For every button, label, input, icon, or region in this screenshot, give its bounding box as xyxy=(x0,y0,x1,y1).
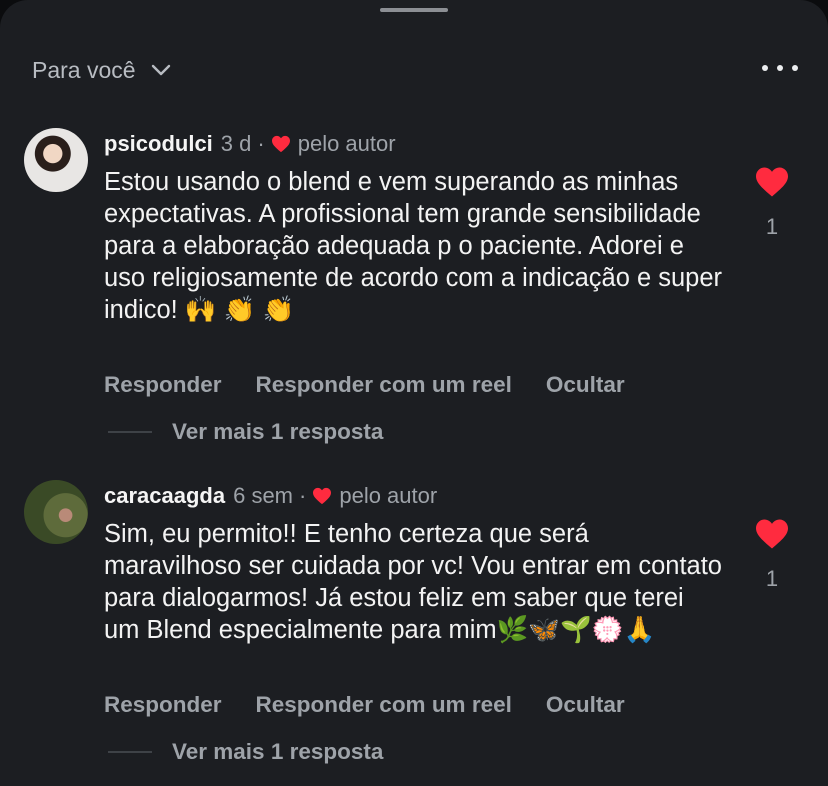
chevron-down-icon xyxy=(151,64,170,76)
comment-actions: Responder Responder com um reel Ocultar xyxy=(104,370,659,400)
comment-meta: psicodulci 3 d · pelo autor xyxy=(104,129,396,159)
view-more-replies-button[interactable]: Ver mais 1 resposta xyxy=(108,737,383,767)
meta-separator: · xyxy=(257,131,265,156)
view-more-replies-label: Ver mais 1 resposta xyxy=(172,419,384,444)
reply-button[interactable]: Responder xyxy=(104,692,222,718)
reply-thread-line xyxy=(108,431,152,433)
meta-separator: · xyxy=(299,483,307,508)
hide-button[interactable]: Ocultar xyxy=(546,372,625,398)
comment-meta: caracaagda 6 sem · pelo autor xyxy=(104,481,437,511)
comment-text: Estou usando o blend e vem superando as … xyxy=(104,168,723,324)
avatar[interactable] xyxy=(24,128,88,192)
comment-time: 6 sem xyxy=(233,483,294,508)
comment-sort-dropdown[interactable]: Para você xyxy=(32,54,174,86)
reply-with-reel-button[interactable]: Responder com um reel xyxy=(256,692,512,718)
like-count: 1 xyxy=(765,214,779,239)
comments-sheet: Para você psicodulci 3 d · pelo autor Es… xyxy=(0,0,828,786)
reply-thread-line xyxy=(108,751,152,753)
comment-text: Sim, eu permito!! E tenho certeza que se… xyxy=(104,520,722,644)
comment-username[interactable]: psicodulci xyxy=(104,131,213,157)
reply-with-reel-button[interactable]: Responder com um reel xyxy=(256,372,512,398)
comment-time: 3 d xyxy=(220,131,252,156)
liked-by-author-heart-icon xyxy=(271,135,290,153)
like-count: 1 xyxy=(765,566,779,591)
view-more-replies-label: Ver mais 1 resposta xyxy=(172,739,384,764)
avatar[interactable] xyxy=(24,480,88,544)
like-heart-icon[interactable] xyxy=(754,518,790,550)
view-more-replies-button[interactable]: Ver mais 1 resposta xyxy=(108,417,383,447)
liked-by-author-label: pelo autor xyxy=(339,483,438,508)
reply-button[interactable]: Responder xyxy=(104,372,222,398)
drag-handle[interactable] xyxy=(380,8,448,12)
liked-by-author-heart-icon xyxy=(313,487,332,505)
more-options-icon[interactable] xyxy=(762,62,798,74)
comment-actions: Responder Responder com um reel Ocultar xyxy=(104,690,659,720)
comment-username[interactable]: caracaagda xyxy=(104,483,225,509)
liked-by-author-label: pelo autor xyxy=(297,131,396,156)
hide-button[interactable]: Ocultar xyxy=(546,692,625,718)
like-heart-icon[interactable] xyxy=(754,166,790,198)
sort-label: Para você xyxy=(32,56,136,83)
